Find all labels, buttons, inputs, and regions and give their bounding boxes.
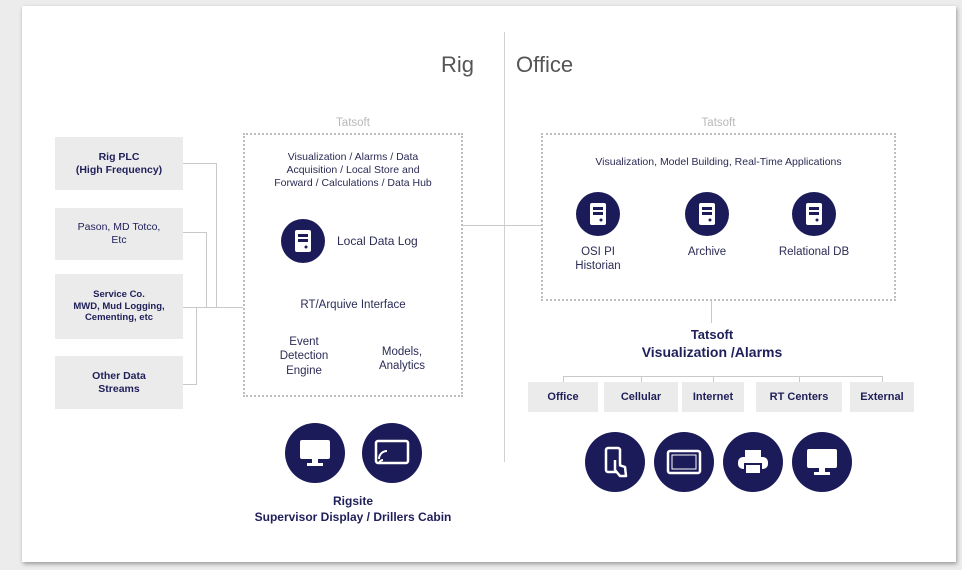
channel-cellular: Cellular: [604, 382, 678, 412]
office-description: Visualization, Model Building, Real-Time…: [595, 156, 842, 168]
connector: [183, 163, 217, 164]
connector: [563, 376, 883, 377]
relational-db-label: Relational DB: [778, 246, 850, 258]
source-label: Pason, MD Totco, Etc: [77, 221, 161, 246]
database-server-icon: [576, 192, 620, 236]
local-data-log-label: Local Data Log: [337, 234, 418, 248]
source-label: Rig PLC (High Frequency): [75, 150, 163, 176]
channel-rt-centers: RT Centers: [756, 382, 842, 412]
source-other-streams: Other Data Streams: [55, 356, 183, 409]
office-viz-subtitle: Visualization /Alarms: [641, 344, 783, 360]
connector: [196, 307, 197, 385]
source-label: Service Co. MWD, Mud Logging, Cementing,…: [73, 289, 165, 324]
mobile-touch-icon: [585, 432, 645, 492]
database-server-icon: [281, 219, 325, 263]
source-pason: Pason, MD Totco, Etc: [55, 208, 183, 260]
rigsite-title: Rigsite: [332, 494, 373, 508]
channel-external: External: [850, 382, 914, 412]
osi-pi-label: OSI PI Historian: [575, 246, 621, 273]
rigsite-subtitle: Supervisor Display / Drillers Cabin: [254, 510, 452, 524]
rt-interface-label: RT/Arquive Interface: [300, 299, 406, 311]
rig-vendor-label: Tatsoft: [336, 117, 370, 129]
tablet-icon: [654, 432, 714, 492]
event-engine-label: Event Detection Engine: [279, 336, 329, 377]
connector: [183, 307, 243, 308]
connector: [462, 225, 542, 226]
database-server-icon: [792, 192, 836, 236]
channel-internet: Internet: [682, 382, 744, 412]
connector: [183, 232, 207, 233]
rig-office-divider: [504, 32, 505, 462]
printer-icon: [723, 432, 783, 492]
database-server-icon: [685, 192, 729, 236]
channel-office: Office: [528, 382, 598, 412]
source-rig-plc: Rig PLC (High Frequency): [55, 137, 183, 190]
cast-screen-icon: [362, 423, 422, 483]
connector: [183, 384, 197, 385]
connector: [711, 301, 712, 323]
source-service-co: Service Co. MWD, Mud Logging, Cementing,…: [55, 274, 183, 339]
region-office: Office: [516, 52, 574, 77]
monitor-icon: [792, 432, 852, 492]
models-analytics-label: Models, Analytics: [378, 346, 426, 373]
connector: [216, 163, 217, 308]
archive-label: Archive: [687, 246, 727, 258]
office-viz-title: Tatsoft: [690, 327, 734, 342]
connector: [206, 232, 207, 308]
office-vendor-label: Tatsoft: [701, 117, 736, 129]
source-label: Other Data Streams: [92, 369, 146, 395]
rig-description: Visualization / Alarms / Data Acquisitio…: [274, 151, 432, 190]
monitor-icon: [285, 423, 345, 483]
region-rig: Rig: [441, 52, 475, 77]
